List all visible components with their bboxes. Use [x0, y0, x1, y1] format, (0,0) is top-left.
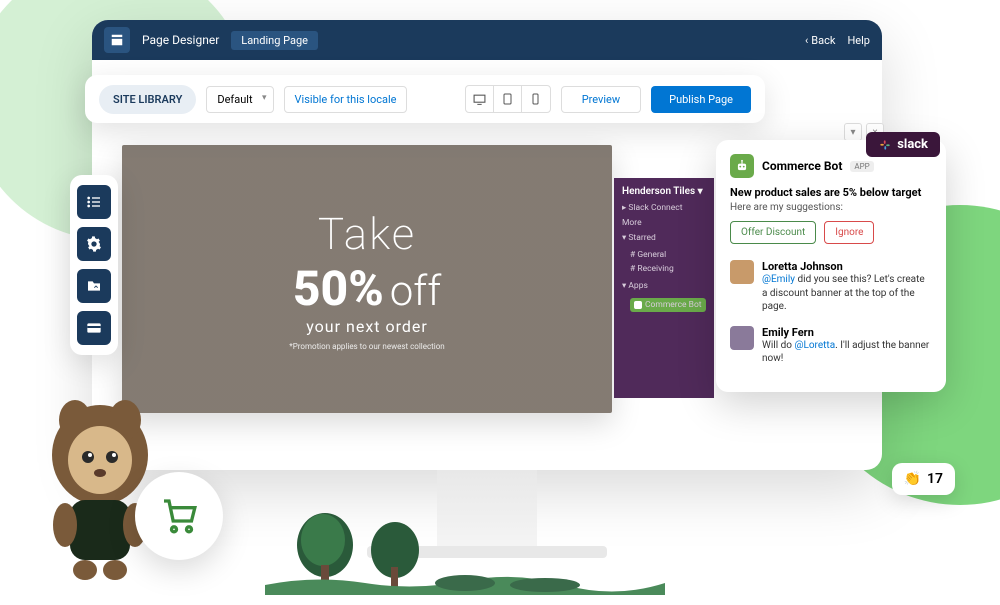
cart-icon	[159, 496, 199, 536]
avatar	[730, 260, 754, 284]
desktop-icon[interactable]	[466, 86, 494, 112]
device-toggle	[465, 85, 551, 113]
site-library-button[interactable]: SITE LIBRARY	[99, 85, 196, 114]
slack-icon	[878, 138, 892, 152]
slack-connect-label: Slack Connect	[628, 203, 682, 213]
clap-reaction[interactable]: 👏 17	[892, 463, 955, 495]
slack-connect[interactable]: ▸ Slack Connect	[622, 203, 706, 213]
bot-name: Commerce Bot	[762, 159, 842, 173]
starred-label: Starred	[628, 233, 655, 243]
slack-panel: slack Commerce Bot APP New product sales…	[716, 140, 946, 392]
action-row: Offer Discount Ignore	[730, 221, 932, 244]
trees-illustration	[265, 505, 665, 595]
publish-button[interactable]: Publish Page	[651, 86, 751, 113]
folder-icon[interactable]	[77, 269, 111, 303]
toolbar: SITE LIBRARY Default Visible for this lo…	[85, 75, 765, 123]
dropdown-icon[interactable]: ▾	[844, 123, 862, 141]
promo-take: Take	[318, 208, 416, 260]
message-loretta: Loretta Johnson @Emily did you see this?…	[730, 260, 932, 314]
ignore-button[interactable]: Ignore	[824, 221, 874, 244]
bot-header: Commerce Bot APP	[730, 154, 932, 178]
mention[interactable]: @Loretta	[794, 340, 835, 351]
msg-author: Emily Fern	[762, 326, 932, 339]
chevron-left-icon: ‹	[805, 34, 808, 47]
mobile-icon[interactable]	[522, 86, 550, 112]
promo-fineprint: *Promotion applies to our newest collect…	[289, 342, 444, 351]
back-button[interactable]: ‹ Back	[805, 34, 835, 47]
visibility-dropdown[interactable]: Visible for this locale	[284, 86, 408, 113]
tab-landing-page[interactable]: Landing Page	[231, 31, 318, 50]
workspace-name[interactable]: Henderson Tiles ▾	[622, 186, 706, 197]
tablet-icon[interactable]	[494, 86, 522, 112]
promo-banner: Take 50%off your next order *Promotion a…	[122, 145, 612, 413]
receiving-label: Receiving	[637, 264, 673, 274]
mention[interactable]: @Emily	[762, 274, 795, 285]
offer-discount-button[interactable]: Offer Discount	[730, 221, 816, 244]
msg-text-part: Will do	[762, 340, 794, 351]
page-title: Page Designer	[142, 33, 219, 47]
general-label: General	[637, 250, 666, 260]
side-tools	[70, 175, 118, 355]
avatar	[730, 326, 754, 350]
alert-text: New product sales are 5% below target	[730, 186, 932, 199]
workspace-label: Henderson Tiles	[622, 186, 695, 197]
slack-logo-badge: slack	[866, 132, 940, 157]
slack-text: slack	[897, 137, 928, 152]
promo-percent: 50%	[293, 260, 384, 317]
apps-label: Apps	[628, 281, 647, 291]
list-icon[interactable]	[77, 185, 111, 219]
promo-discount: 50%off	[293, 260, 441, 317]
more-link[interactable]: More	[622, 218, 706, 228]
suggestion-text: Here are my suggestions:	[730, 202, 932, 213]
preview-button[interactable]: Preview	[561, 86, 641, 113]
apps-section[interactable]: ▾ Apps	[622, 281, 706, 291]
msg-body: @Emily did you see this? Let's create a …	[762, 273, 932, 314]
bot-icon	[634, 301, 642, 309]
default-dropdown[interactable]: Default	[206, 86, 273, 113]
clap-count: 17	[927, 471, 943, 487]
cart-badge	[135, 472, 223, 560]
app-tag: APP	[850, 161, 873, 172]
bot-label: Commerce Bot	[645, 300, 702, 310]
help-link[interactable]: Help	[847, 34, 870, 47]
bot-avatar-icon	[730, 154, 754, 178]
promo-off: off	[390, 267, 441, 316]
card-icon[interactable]	[77, 311, 111, 345]
app-commerce-bot[interactable]: Commerce Bot	[622, 296, 706, 314]
back-label: Back	[811, 34, 835, 47]
slack-sidebar: Henderson Tiles ▾ ▸ Slack Connect More ▾…	[614, 178, 714, 398]
starred-section[interactable]: ▾ Starred	[622, 233, 706, 243]
top-nav: Page Designer Landing Page ‹ Back Help	[92, 20, 882, 60]
msg-body: Will do @Loretta. I'll adjust the banner…	[762, 339, 932, 366]
channel-receiving[interactable]: # Receiving	[622, 262, 706, 276]
gear-icon[interactable]	[77, 227, 111, 261]
msg-author: Loretta Johnson	[762, 260, 932, 273]
message-emily: Emily Fern Will do @Loretta. I'll adjust…	[730, 326, 932, 366]
app-logo-icon	[104, 27, 130, 53]
promo-subtitle: your next order	[306, 317, 428, 336]
clap-icon: 👏	[904, 471, 921, 487]
channel-general[interactable]: # General	[622, 248, 706, 262]
